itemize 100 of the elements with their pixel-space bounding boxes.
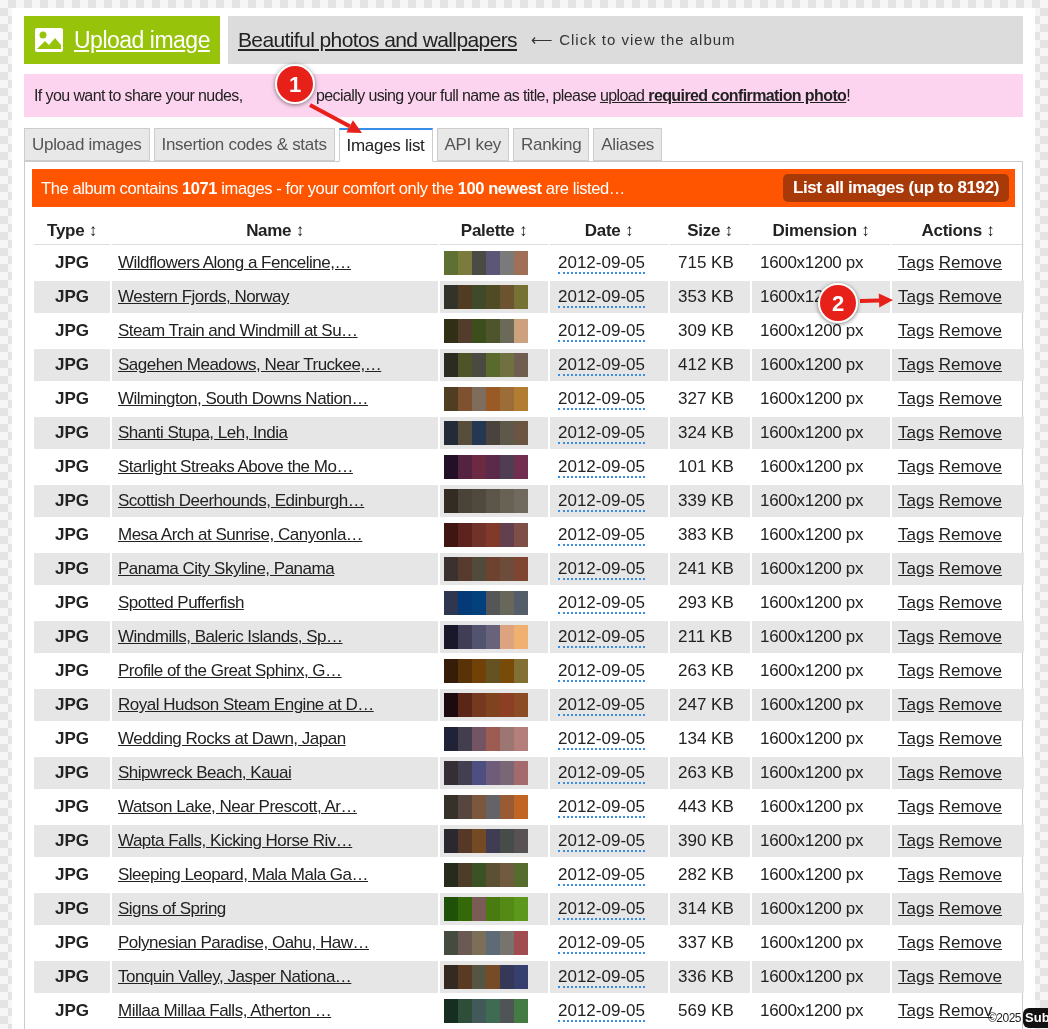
remove-link[interactable]: Remove	[938, 661, 1002, 681]
table-cell-text: 443 KB	[677, 796, 735, 819]
tab[interactable]: Ranking	[513, 128, 590, 161]
table-cell: JPG	[34, 621, 110, 653]
tags-link[interactable]: Tags	[898, 389, 934, 409]
remove-link[interactable]: Remove	[938, 627, 1002, 647]
table-cell-text: JPG	[54, 388, 90, 411]
image-name-link[interactable]: Steam Train and Windmill at Su…	[118, 321, 358, 341]
column-header[interactable]: Palette ↕	[440, 217, 548, 245]
tags-link[interactable]: Tags	[898, 253, 934, 273]
table-cell-text: JPG	[54, 728, 90, 751]
remove-link[interactable]: Remove	[938, 253, 1002, 273]
tags-link[interactable]: Tags	[898, 491, 934, 511]
tags-link[interactable]: Tags	[898, 967, 934, 987]
table-cell: JPG	[34, 485, 110, 517]
table-cell: 247 KB	[670, 689, 750, 721]
image-name-link[interactable]: Watson Lake, Near Prescott, Ar…	[118, 797, 357, 817]
table-cell: JPG	[34, 961, 110, 993]
table-cell: JPG	[34, 553, 110, 585]
image-name-link[interactable]: Polynesian Paradise, Oahu, Haw…	[118, 933, 369, 953]
image-name-link[interactable]: Mesa Arch at Sunrise, Canyonla…	[118, 525, 363, 545]
remove-link[interactable]: Remove	[938, 797, 1002, 817]
date-text: 2012-09-05	[558, 321, 645, 343]
image-name-link[interactable]: Sleeping Leopard, Mala Mala Ga…	[118, 865, 369, 885]
column-header[interactable]: Size ↕	[670, 217, 750, 245]
table-cell-text: 383 KB	[677, 524, 735, 547]
table-cell: 1600x1200 px	[752, 689, 890, 721]
remove-link[interactable]: Remove	[938, 831, 1002, 851]
tags-link[interactable]: Tags	[898, 1001, 934, 1021]
tags-link[interactable]: Tags	[898, 661, 934, 681]
remove-link[interactable]: Remove	[938, 695, 1002, 715]
tab[interactable]: Images list	[338, 128, 433, 162]
table-cell: 1600x1200 px	[752, 349, 890, 381]
image-name-link[interactable]: Wildflowers Along a Fenceline,…	[118, 253, 351, 273]
column-header[interactable]: Date ↕	[550, 217, 668, 245]
tags-link[interactable]: Tags	[898, 763, 934, 783]
image-name-link[interactable]: Spotted Pufferfish	[118, 593, 244, 613]
image-name-link[interactable]: Profile of the Great Sphinx, G…	[118, 661, 342, 681]
image-name-link[interactable]: Wilmington, South Downs Nation…	[118, 389, 368, 409]
remove-link[interactable]: Remove	[938, 763, 1002, 783]
remove-link[interactable]: Remove	[938, 423, 1002, 443]
table-cell: 339 KB	[670, 485, 750, 517]
table-cell-text: JPG	[54, 524, 90, 547]
column-header[interactable]: Dimension ↕	[752, 217, 890, 245]
tab[interactable]: Upload images	[24, 128, 150, 161]
table-cell-text: JPG	[54, 660, 90, 683]
tags-link[interactable]: Tags	[898, 287, 934, 307]
image-name-link[interactable]: Wedding Rocks at Dawn, Japan	[118, 729, 346, 749]
image-name-link[interactable]: Millaa Millaa Falls, Atherton …	[118, 1001, 332, 1021]
tags-link[interactable]: Tags	[898, 321, 934, 341]
tags-link[interactable]: Tags	[898, 933, 934, 953]
remove-link[interactable]: Remove	[938, 729, 1002, 749]
column-header[interactable]: Name ↕	[112, 217, 438, 245]
remove-link[interactable]: Remove	[938, 525, 1002, 545]
confirmation-photo-link[interactable]: upload required confirmation photo	[599, 86, 847, 104]
remove-link[interactable]: Remove	[938, 865, 1002, 885]
remove-link[interactable]: Remove	[938, 967, 1002, 987]
tags-link[interactable]: Tags	[898, 355, 934, 375]
callout-arrow	[309, 103, 362, 133]
remove-link[interactable]: Remove	[938, 389, 1002, 409]
remove-link[interactable]: Remove	[938, 457, 1002, 477]
image-name-link[interactable]: Starlight Streaks Above the Mo…	[118, 457, 353, 477]
date-text: 2012-09-05	[558, 865, 645, 887]
column-header[interactable]: Type ↕	[34, 217, 110, 245]
remove-link[interactable]: Remove	[938, 491, 1002, 511]
tags-link[interactable]: Tags	[898, 423, 934, 443]
tags-link[interactable]: Tags	[898, 797, 934, 817]
tags-link[interactable]: Tags	[898, 627, 934, 647]
remove-link[interactable]: Remove	[938, 593, 1002, 613]
tags-link[interactable]: Tags	[898, 525, 934, 545]
table-cell: 1600x1200 px	[752, 485, 890, 517]
tags-link[interactable]: Tags	[898, 729, 934, 749]
list-all-images-button[interactable]: List all images (up to 8192)	[782, 174, 1009, 202]
tab[interactable]: Insertion codes & stats	[153, 128, 335, 161]
table-cell: 1600x1200 px	[752, 553, 890, 585]
tags-link[interactable]: Tags	[898, 457, 934, 477]
tags-link[interactable]: Tags	[898, 559, 934, 579]
remove-link[interactable]: Remove	[938, 559, 1002, 579]
remove-link[interactable]: Remove	[938, 287, 1002, 307]
callout-arrow	[859, 293, 893, 308]
tab[interactable]: Aliases	[593, 128, 662, 161]
column-header[interactable]: Actions ↕	[892, 217, 1024, 245]
tags-link[interactable]: Tags	[898, 831, 934, 851]
tab[interactable]: API key	[436, 128, 509, 161]
tags-link[interactable]: Tags	[898, 865, 934, 885]
tags-link[interactable]: Tags	[898, 593, 934, 613]
date-text: 2012-09-05	[558, 831, 645, 853]
tags-link[interactable]: Tags	[898, 695, 934, 715]
remove-link[interactable]: Remove	[938, 321, 1002, 341]
tags-link[interactable]: Tags	[898, 899, 934, 919]
remove-link[interactable]: Remove	[938, 899, 1002, 919]
table-cell: JPG	[34, 689, 110, 721]
remove-link[interactable]: Remove	[938, 933, 1002, 953]
date-text: 2012-09-05	[558, 899, 645, 921]
album-title-link[interactable]: Beautiful photos and wallpapers	[237, 24, 518, 56]
album-hint: ⟵ Click to view the album	[531, 29, 736, 50]
table-cell-text: 1600x1200 px	[759, 320, 865, 343]
date-text: 2012-09-05	[558, 695, 645, 717]
remove-link[interactable]: Remove	[938, 355, 1002, 375]
date-text: 2012-09-05	[558, 627, 645, 649]
